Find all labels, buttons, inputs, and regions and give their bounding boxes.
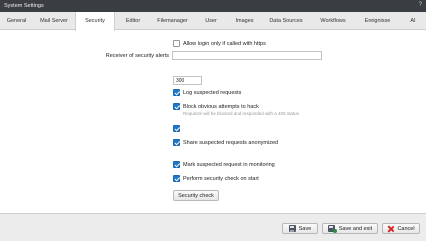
tab-images[interactable]: Images <box>228 12 261 30</box>
block-obvious-row[interactable]: Block obvious attempts to hack <box>173 103 259 110</box>
perform-check-label: Perform security check on start <box>183 175 259 182</box>
save-and-exit-button-label: Save and exit <box>338 225 373 232</box>
security-settings-panel: Allow login only if called with https Re… <box>0 31 426 213</box>
tab-mail-server[interactable]: Mail Server <box>33 12 75 30</box>
mark-monitoring-checkbox[interactable] <box>173 161 180 168</box>
mark-monitoring-label: Mark suspected request in monitoring <box>183 161 275 168</box>
dialog-footer: Save Save and exit Cancel <box>0 213 426 241</box>
share-anonymized-checkbox[interactable] <box>173 139 180 146</box>
log-suspected-row[interactable]: Log suspected requests <box>173 89 241 96</box>
floppy-disk-exit-icon <box>327 225 337 233</box>
tab-workflows[interactable]: Workflows <box>311 12 355 30</box>
https-only-label: Allow login only if called with https <box>183 40 266 47</box>
tab-bar: General Mail Server Security Editor File… <box>0 12 426 31</box>
perform-check-row[interactable]: Perform security check on start <box>173 175 259 182</box>
tab-data-sources[interactable]: Data Sources <box>261 12 311 30</box>
security-check-button-label: Security check <box>178 192 214 199</box>
tab-user[interactable]: User <box>194 12 228 30</box>
share-anonymized-label: Share suspected requests anonymized <box>183 139 279 146</box>
save-button-label: Save <box>298 225 312 232</box>
share-anonymized-row[interactable]: Share suspected requests anonymized <box>173 139 278 146</box>
receiver-input[interactable] <box>172 51 322 60</box>
close-icon <box>387 225 394 232</box>
security-check-button[interactable]: Security check <box>173 190 219 201</box>
tab-filemanager[interactable]: Filemanager <box>151 12 194 30</box>
threshold-input[interactable] <box>173 76 202 85</box>
tab-general[interactable]: General <box>0 12 33 30</box>
block-obvious-label: Block obvious attempts to hack <box>183 103 259 110</box>
tab-ai[interactable]: AI <box>400 12 426 30</box>
tab-editor[interactable]: Editor <box>115 12 151 30</box>
unlabeled-checkbox-row[interactable] <box>173 125 180 132</box>
log-suspected-label: Log suspected requests <box>183 89 242 96</box>
save-and-exit-button[interactable]: Save and exit <box>322 223 378 234</box>
block-obvious-hint: Requests will be blocked and responded w… <box>183 111 299 116</box>
mark-monitoring-row[interactable]: Mark suspected request in monitoring <box>173 161 275 168</box>
cancel-button-label: Cancel <box>397 225 415 232</box>
https-only-row[interactable]: Allow login only if called with https <box>173 40 266 47</box>
tab-security[interactable]: Security <box>75 12 115 31</box>
window-title: System Settings <box>4 3 44 9</box>
save-button[interactable]: Save <box>282 223 318 234</box>
block-obvious-checkbox[interactable] <box>173 103 180 110</box>
window-titlebar: System Settings ? <box>0 0 426 12</box>
unlabeled-checkbox[interactable] <box>173 125 180 132</box>
receiver-label: Receiver of security alerts <box>105 53 169 59</box>
perform-check-checkbox[interactable] <box>173 175 180 182</box>
cancel-button[interactable]: Cancel <box>382 223 420 234</box>
https-only-checkbox[interactable] <box>173 40 180 47</box>
floppy-disk-icon <box>288 225 296 232</box>
help-icon[interactable]: ? <box>419 2 422 8</box>
log-suspected-checkbox[interactable] <box>173 89 180 96</box>
tab-ereignisse[interactable]: Ereignisse <box>355 12 400 30</box>
